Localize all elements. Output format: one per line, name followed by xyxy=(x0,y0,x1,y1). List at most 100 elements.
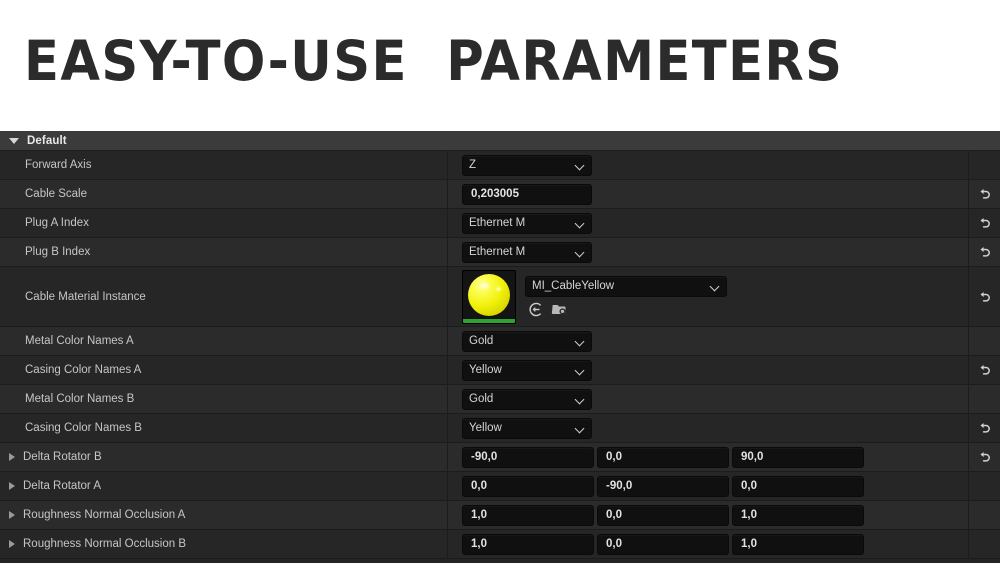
chevron-down-icon[interactable] xyxy=(576,395,585,404)
dropdown-select[interactable]: Z xyxy=(462,154,592,176)
asset-controls: MI_CableYellow xyxy=(525,275,727,318)
property-name-cell: Roughness Normal Occlusion A xyxy=(0,501,448,529)
reset-arrow-icon[interactable] xyxy=(978,187,992,201)
table-row: Plug B Index Ethernet M xyxy=(0,238,1000,267)
dropdown-select[interactable]: Gold xyxy=(462,330,592,352)
property-value-cell: MI_CableYellow xyxy=(448,267,1000,326)
vector-component-input[interactable]: 1,0 xyxy=(462,504,594,526)
reset-arrow-icon[interactable] xyxy=(978,245,992,259)
property-value-cell: Yellow xyxy=(448,356,1000,384)
property-value-cell: 0,0 -90,0 0,0 xyxy=(448,472,1000,500)
vector-component-input[interactable]: 0,0 xyxy=(462,475,594,497)
reset-to-default-cell xyxy=(968,472,1000,500)
category-header-default[interactable]: Default xyxy=(0,131,1000,151)
property-label: Roughness Normal Occlusion A xyxy=(23,509,186,521)
table-row: Forward Axis Z xyxy=(0,151,1000,180)
category-label: Default xyxy=(27,134,67,147)
table-row: Roughness Normal Occlusion A 1,0 0,0 1,0 xyxy=(0,501,1000,530)
dropdown-value: Ethernet M xyxy=(469,246,526,258)
table-row: Cable Material Instance MI_CableYellow xyxy=(0,267,1000,327)
property-label: Cable Material Instance xyxy=(25,290,146,303)
property-label: Plug B Index xyxy=(25,246,91,258)
vector-component-input[interactable]: 0,0 xyxy=(597,504,729,526)
property-name-cell: Metal Color Names B xyxy=(0,385,448,413)
reset-to-default-cell[interactable] xyxy=(968,414,1000,442)
vector-component-input[interactable]: 1,0 xyxy=(732,533,864,555)
property-value-cell: -90,0 0,0 90,0 xyxy=(448,443,1000,471)
property-value-cell: 1,0 0,0 1,0 xyxy=(448,530,1000,558)
dropdown-select[interactable]: Yellow xyxy=(462,417,592,439)
vector-component-input[interactable]: 0,0 xyxy=(597,533,729,555)
vector-input-group: 0,0 -90,0 0,0 xyxy=(462,475,864,497)
browse-to-asset-icon[interactable] xyxy=(551,301,568,318)
use-selected-asset-icon[interactable] xyxy=(527,301,544,318)
page-title: EASY-TO-USE PARAMETERS xyxy=(24,29,844,93)
property-label: Casing Color Names B xyxy=(25,422,142,434)
reset-to-default-cell[interactable] xyxy=(968,267,1000,326)
asset-dropdown-select[interactable]: MI_CableYellow xyxy=(525,275,727,297)
dropdown-value: Gold xyxy=(469,335,494,347)
property-label: Metal Color Names B xyxy=(25,393,135,405)
vector-component-input[interactable]: 0,0 xyxy=(597,446,729,468)
dropdown-select[interactable]: Gold xyxy=(462,388,592,410)
property-name-cell: Cable Scale xyxy=(0,180,448,208)
property-rows: Forward Axis Z Cable Scale 0,203005 Plug A I… xyxy=(0,151,1000,559)
vector-component-input[interactable]: 1,0 xyxy=(462,533,594,555)
vector-component-input[interactable]: -90,0 xyxy=(462,446,594,468)
chevron-down-icon[interactable] xyxy=(576,219,585,228)
property-name-cell: Delta Rotator A xyxy=(0,472,448,500)
reset-to-default-cell xyxy=(968,151,1000,179)
property-name-cell: Plug B Index xyxy=(0,238,448,266)
reset-to-default-cell xyxy=(968,501,1000,529)
table-row: Plug A Index Ethernet M xyxy=(0,209,1000,238)
chevron-down-icon[interactable] xyxy=(576,337,585,346)
number-input[interactable]: 0,203005 xyxy=(462,183,592,205)
reset-arrow-icon[interactable] xyxy=(978,216,992,230)
reset-arrow-icon[interactable] xyxy=(978,450,992,464)
reset-to-default-cell[interactable] xyxy=(968,180,1000,208)
reset-to-default-cell[interactable] xyxy=(968,238,1000,266)
chevron-down-icon[interactable] xyxy=(576,161,585,170)
vector-input-group: -90,0 0,0 90,0 xyxy=(462,446,864,468)
material-sphere-preview xyxy=(468,273,510,316)
table-row: Roughness Normal Occlusion B 1,0 0,0 1,0 xyxy=(0,530,1000,559)
vector-component-input[interactable]: 90,0 xyxy=(732,446,864,468)
table-row: Casing Color Names B Yellow xyxy=(0,414,1000,443)
reset-to-default-cell[interactable] xyxy=(968,443,1000,471)
asset-thumbnail[interactable] xyxy=(462,269,516,324)
vector-component-input[interactable]: -90,0 xyxy=(597,475,729,497)
property-label: Delta Rotator B xyxy=(23,451,102,463)
property-value-cell: Z xyxy=(448,151,1000,179)
reset-to-default-cell[interactable] xyxy=(968,209,1000,237)
property-value-cell: 1,0 0,0 1,0 xyxy=(448,501,1000,529)
reset-arrow-icon[interactable] xyxy=(978,421,992,435)
triangle-down-icon[interactable] xyxy=(9,137,19,144)
property-label: Roughness Normal Occlusion B xyxy=(23,538,186,550)
banner: EASY-TO-USE PARAMETERS xyxy=(0,0,1000,131)
property-name-cell: Forward Axis xyxy=(0,151,448,179)
reset-to-default-cell xyxy=(968,327,1000,355)
table-row: Delta Rotator A 0,0 -90,0 0,0 xyxy=(0,472,1000,501)
reset-arrow-icon[interactable] xyxy=(978,290,992,304)
reset-arrow-icon[interactable] xyxy=(978,363,992,377)
vector-component-input[interactable]: 0,0 xyxy=(732,475,864,497)
property-value-cell: Ethernet M xyxy=(448,238,1000,266)
dropdown-select[interactable]: Ethernet M xyxy=(462,212,592,234)
reset-to-default-cell[interactable] xyxy=(968,356,1000,384)
property-name-cell: Roughness Normal Occlusion B xyxy=(0,530,448,558)
vector-component-input[interactable]: 1,0 xyxy=(732,504,864,526)
chevron-down-icon[interactable] xyxy=(711,282,720,291)
property-label: Forward Axis xyxy=(25,159,92,171)
chevron-down-icon[interactable] xyxy=(576,248,585,257)
dropdown-select[interactable]: Yellow xyxy=(462,359,592,381)
reset-to-default-cell xyxy=(968,385,1000,413)
property-label: Delta Rotator A xyxy=(23,480,101,492)
chevron-down-icon[interactable] xyxy=(576,366,585,375)
dropdown-select[interactable]: Ethernet M xyxy=(462,241,592,263)
chevron-down-icon[interactable] xyxy=(576,424,585,433)
property-value-cell: Gold xyxy=(448,385,1000,413)
specular-highlight xyxy=(481,282,489,289)
property-name-cell: Casing Color Names B xyxy=(0,414,448,442)
table-row: Delta Rotator B -90,0 0,0 90,0 xyxy=(0,443,1000,472)
vector-input-group: 1,0 0,0 1,0 xyxy=(462,533,864,555)
